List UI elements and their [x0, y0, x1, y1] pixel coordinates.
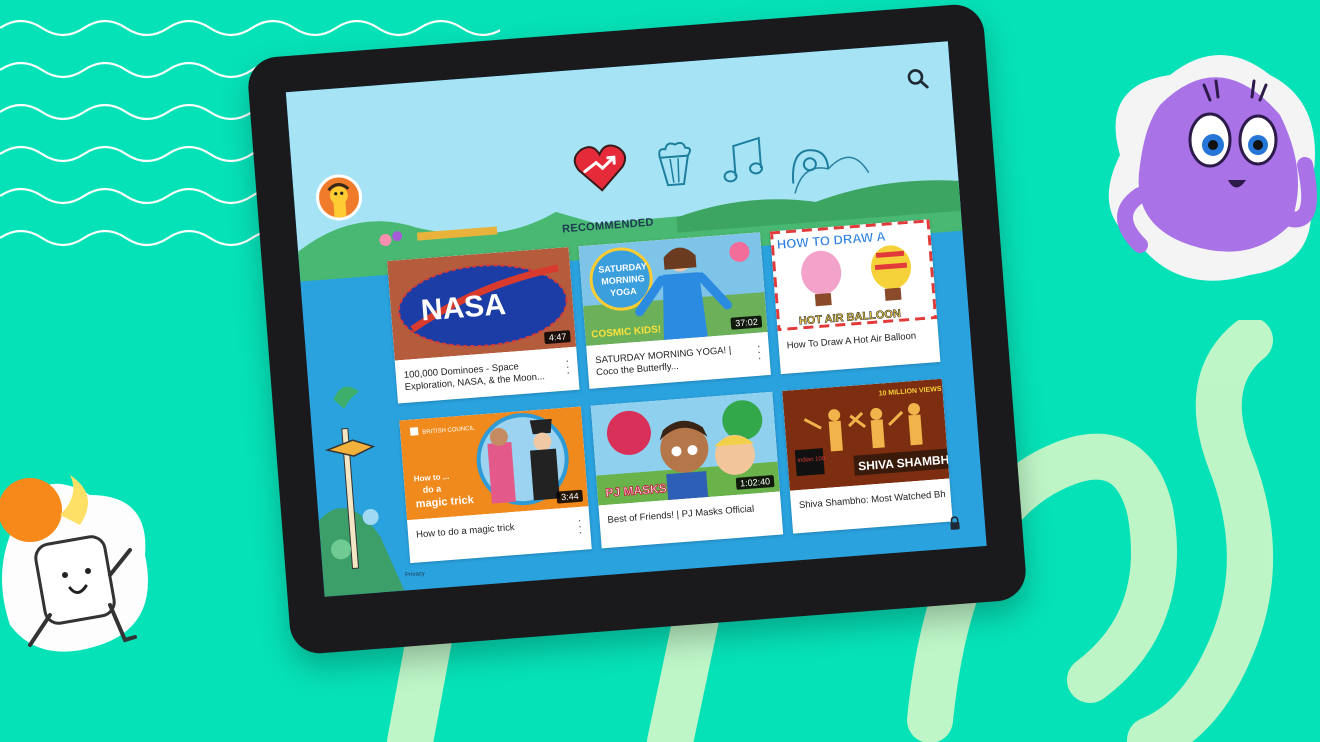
thumb-text: YOGA	[610, 286, 638, 298]
video-card[interactable]: SATURDAY MORNING YOGA COSMIC KIDS! 37:02…	[578, 232, 771, 389]
thumb-text: NASA	[420, 288, 507, 327]
video-card[interactable]: BRITISH COUNCIL How to ... do a magic tr…	[399, 406, 592, 564]
more-options-icon[interactable]: · · ·	[575, 513, 584, 539]
video-card[interactable]: 10 MILLION VIEWS indian 100 SHIVA SHAMBH	[782, 378, 953, 534]
more-options-icon[interactable]: · · ·	[563, 353, 572, 379]
video-card[interactable]: PJ MASKS 1:02:40 Best of Friends! | PJ M…	[590, 391, 784, 549]
video-duration: 4:47	[544, 330, 571, 345]
video-card[interactable]: HOW TO DRAW A HOT AIR BALLOON How To Dra…	[769, 219, 941, 375]
explore-icon[interactable]	[787, 145, 834, 188]
recommended-heart-icon[interactable]	[570, 138, 630, 198]
tablet-device: RECOMMENDED NASA 4:47 100,000 Dominoes -…	[246, 2, 1028, 656]
video-thumbnail[interactable]: NASA 4:47	[387, 247, 577, 361]
app-screen: RECOMMENDED NASA 4:47 100,000 Dominoes -…	[285, 41, 987, 597]
video-title: 100,000 Dominoes - Space Exploration, NA…	[403, 361, 546, 393]
video-duration: 3:44	[556, 489, 584, 504]
music-icon[interactable]	[719, 134, 769, 185]
lock-icon[interactable]	[948, 516, 961, 531]
video-duration: 37:02	[730, 315, 763, 330]
video-thumbnail[interactable]: HOW TO DRAW A HOT AIR BALLOON	[769, 219, 938, 332]
video-title: Best of Friends! | PJ Masks Official	[607, 503, 755, 526]
video-thumbnail[interactable]: SATURDAY MORNING YOGA COSMIC KIDS! 37:02	[578, 232, 768, 346]
video-thumbnail[interactable]: PJ MASKS 1:02:40	[590, 391, 780, 506]
signpost-decoration	[318, 386, 405, 597]
video-title: How To Draw A Hot Air Balloon	[786, 330, 917, 352]
search-icon[interactable]	[906, 67, 930, 91]
video-thumbnail[interactable]: 10 MILLION VIEWS indian 100 SHIVA SHAMBH	[782, 378, 949, 491]
thumb-text: do a	[422, 483, 442, 494]
shows-popcorn-icon[interactable]	[651, 139, 699, 190]
video-thumbnail[interactable]: BRITISH COUNCIL How to ... do a magic tr…	[399, 406, 589, 521]
video-title: How to do a magic trick	[415, 521, 516, 541]
octopus-mascot-icon	[1108, 55, 1318, 281]
video-card[interactable]: NASA 4:47 100,000 Dominoes - Space Explo…	[387, 247, 580, 404]
egg-mascot-icon	[0, 475, 148, 652]
video-title: Shiva Shambho: Most Watched Bh	[798, 488, 946, 512]
privacy-link[interactable]: Privacy	[405, 571, 425, 578]
video-grid: NASA 4:47 100,000 Dominoes - Space Explo…	[387, 215, 987, 564]
more-options-icon[interactable]: · · ·	[754, 339, 763, 365]
video-title: SATURDAY MORNING YOGA! | Coco the Butter…	[594, 344, 732, 379]
